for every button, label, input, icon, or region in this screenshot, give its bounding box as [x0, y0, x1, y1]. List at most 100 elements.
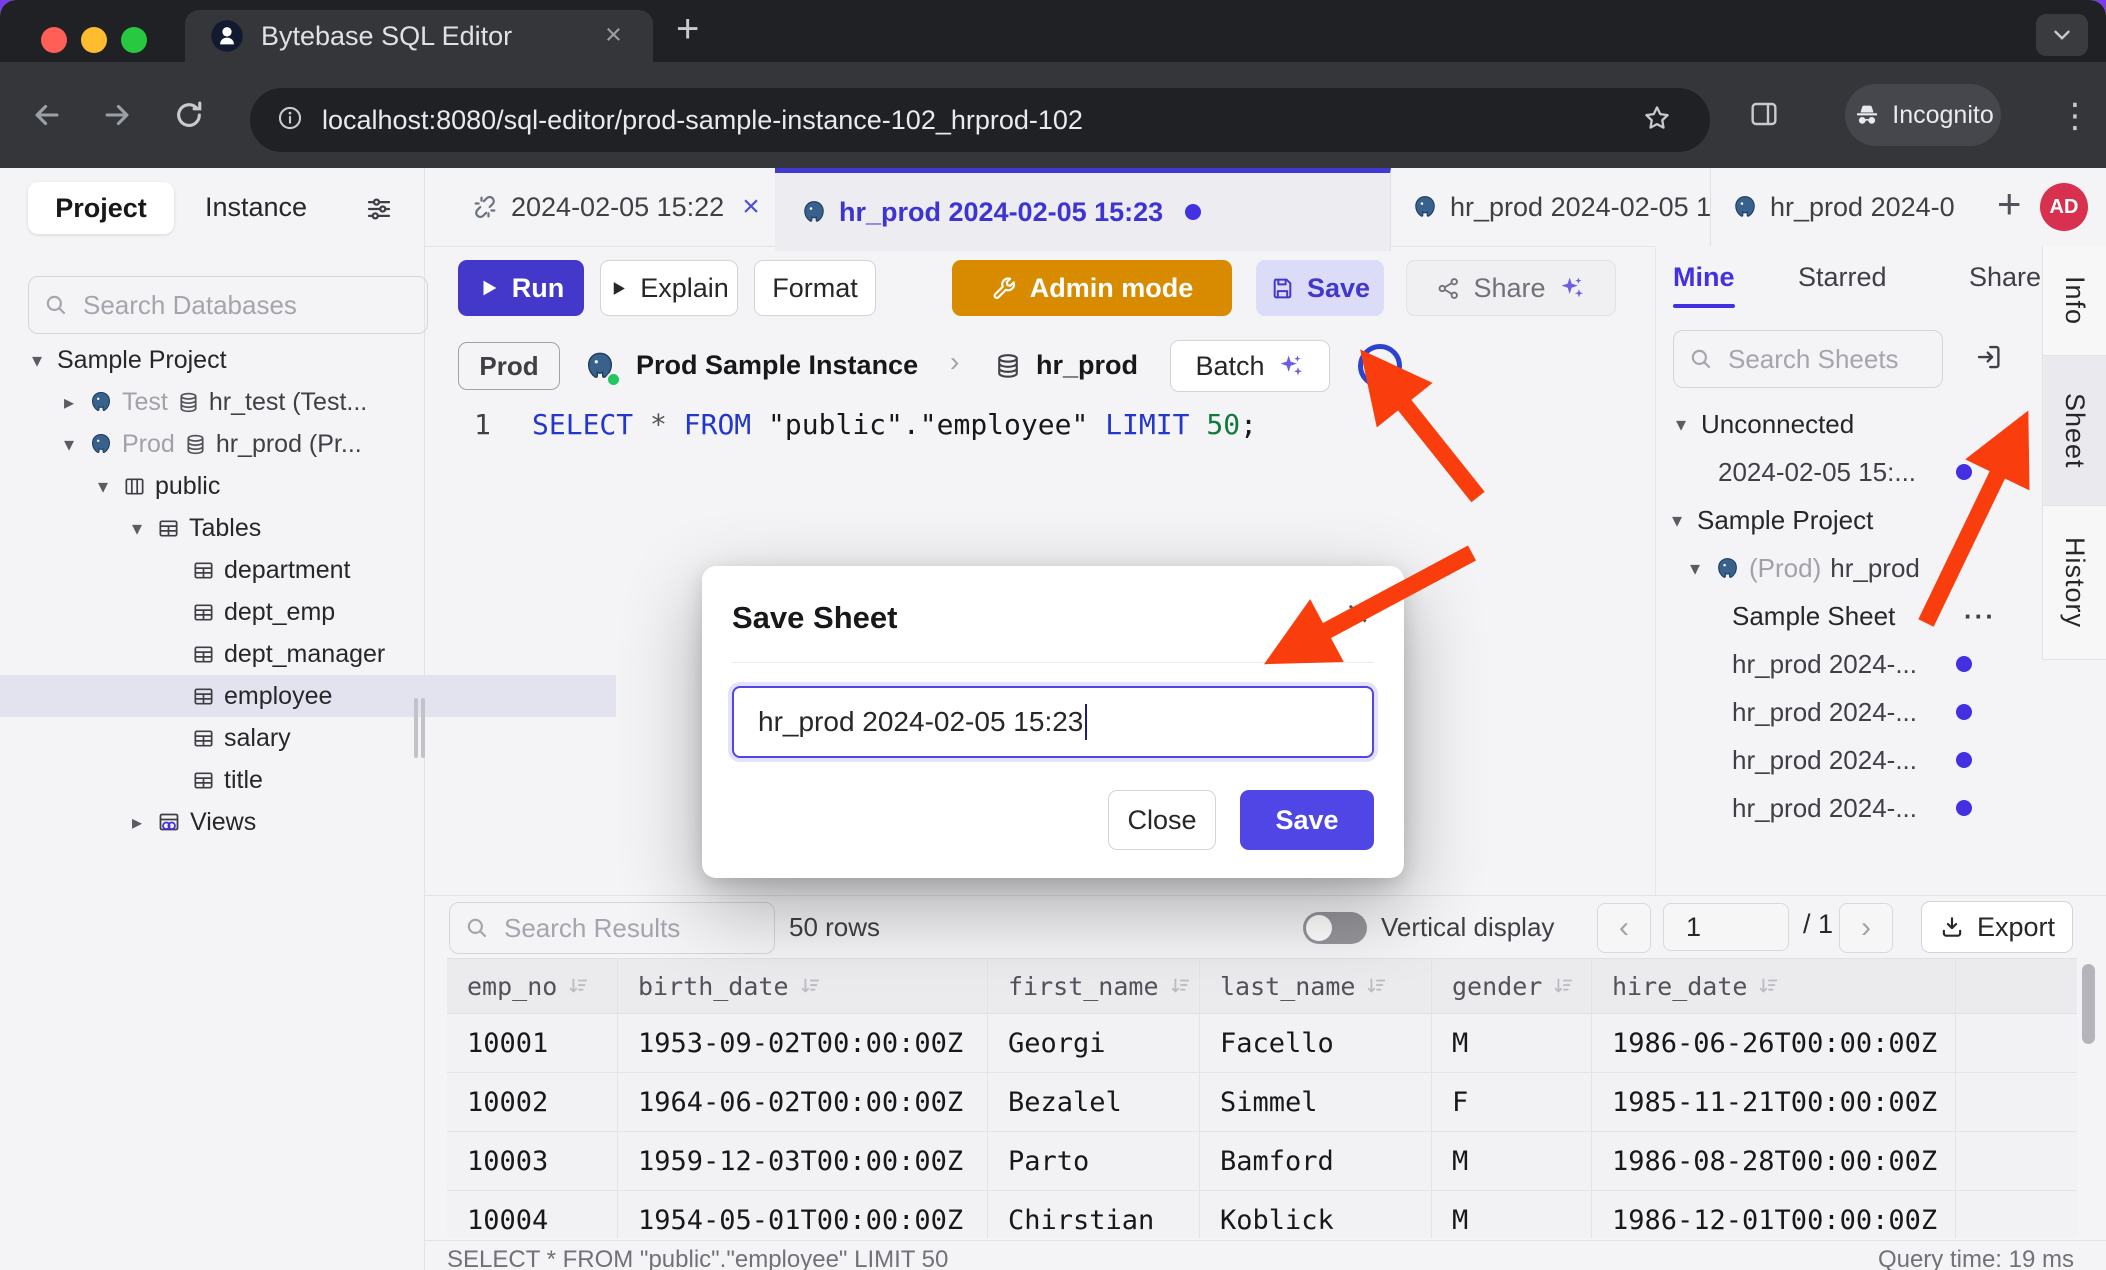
breadcrumb-instance[interactable]: Prod Sample Instance — [636, 350, 918, 381]
new-worksheet-icon[interactable]: + — [1997, 180, 2022, 228]
modal-close-button[interactable]: Close — [1108, 790, 1216, 850]
caret-down-icon[interactable]: ▾ — [1684, 556, 1706, 581]
caret-down-icon[interactable]: ▾ — [58, 432, 80, 457]
results-search-input[interactable] — [502, 912, 760, 945]
sort-icon[interactable] — [1169, 975, 1191, 997]
sheet-item-sample[interactable]: Sample Sheet ··· — [1656, 592, 2106, 640]
sort-icon[interactable] — [567, 975, 589, 997]
explain-button[interactable]: Explain — [600, 260, 738, 316]
side-panel-icon[interactable] — [1748, 98, 1780, 135]
sql-code-line[interactable]: SELECT * FROM "public"."employee" LIMIT … — [532, 408, 1257, 441]
splitter-handle[interactable] — [414, 698, 418, 758]
column-header[interactable]: gender — [1432, 959, 1592, 1013]
breadcrumb-database[interactable]: hr_prod — [1036, 350, 1138, 381]
sheet-item[interactable]: hr_prod 2024-... — [1656, 736, 2106, 784]
results-search[interactable] — [449, 902, 775, 954]
tab-search-button[interactable] — [2036, 14, 2088, 56]
tree-item-prod-db[interactable]: ▾ Prod hr_prod (Pr... — [0, 423, 482, 465]
forward-icon[interactable] — [100, 98, 134, 137]
results-rows[interactable]: 100011953-09-02T00:00:00ZGeorgiFacelloM1… — [447, 1014, 2077, 1238]
share-button[interactable]: Share — [1406, 260, 1616, 316]
worksheet-tab-3[interactable]: hr_prod 2024-02-05 15:43 × — [1390, 168, 1711, 246]
prev-page-button[interactable]: ‹ — [1597, 903, 1651, 953]
caret-down-icon[interactable]: ▾ — [126, 516, 148, 541]
column-header[interactable]: emp_no — [447, 959, 618, 1013]
table-row[interactable]: 100011953-09-02T00:00:00ZGeorgiFacelloM1… — [447, 1014, 2077, 1073]
kebab-menu-icon[interactable]: ⋮ — [2058, 96, 2092, 136]
star-icon[interactable] — [1642, 103, 1672, 138]
column-header[interactable]: last_name — [1200, 959, 1432, 1013]
caret-down-icon[interactable]: ▾ — [26, 348, 48, 373]
tree-item-schema-public[interactable]: ▾ public — [0, 465, 516, 507]
tree-item-table-dept-manager[interactable]: dept_manager — [0, 633, 616, 675]
tree-item-project[interactable]: ▾ Sample Project — [0, 339, 450, 381]
sheet-group-unconnected[interactable]: ▾ Unconnected — [1656, 400, 2057, 448]
save-button[interactable]: Save — [1256, 260, 1384, 316]
worksheet-tab-4[interactable]: hr_prod 2024-0 — [1710, 168, 1978, 246]
user-avatar[interactable]: AD — [2040, 183, 2088, 231]
worksheet-tab-1[interactable]: 2024-02-05 15:22 × — [447, 168, 776, 246]
column-header[interactable]: first_name — [988, 959, 1200, 1013]
sort-icon[interactable] — [1365, 975, 1387, 997]
caret-down-icon[interactable]: ▾ — [1666, 508, 1688, 533]
batch-button[interactable]: Batch — [1170, 340, 1330, 392]
back-icon[interactable] — [30, 98, 64, 137]
tree-item-table-employee[interactable]: employee — [0, 675, 616, 717]
tree-item-test-db[interactable]: ▸ Test hr_test (Test... — [0, 381, 482, 423]
splitter-handle[interactable] — [421, 698, 425, 758]
traffic-close-button[interactable] — [41, 27, 67, 53]
more-icon[interactable]: ··· — [1964, 601, 1996, 632]
database-search-input[interactable] — [81, 289, 413, 322]
reload-icon[interactable] — [172, 98, 206, 137]
next-page-button[interactable]: › — [1839, 903, 1893, 953]
caret-right-icon[interactable]: ▸ — [58, 390, 80, 415]
caret-down-icon[interactable]: ▾ — [92, 474, 114, 499]
tree-item-views-group[interactable]: ▸ Views — [0, 801, 550, 843]
close-icon[interactable]: × — [1346, 592, 1369, 637]
sheet-group-database[interactable]: ▾ (Prod) hr_prod — [1656, 544, 2071, 592]
sort-icon[interactable] — [1757, 975, 1779, 997]
sheet-tab-starred[interactable]: Starred — [1798, 262, 1887, 293]
sheet-item[interactable]: hr_prod 2024-... — [1656, 640, 2106, 688]
database-search[interactable] — [28, 276, 428, 334]
column-header[interactable]: birth_date — [618, 959, 988, 1013]
sheet-item[interactable]: 2024-02-05 15:... — [1656, 448, 2105, 496]
tree-item-tables-group[interactable]: ▾ Tables — [0, 507, 550, 549]
info-icon[interactable] — [276, 104, 304, 137]
sidebar-tab-instance[interactable]: Instance — [205, 192, 307, 223]
side-tab-history[interactable]: History — [2042, 506, 2106, 660]
table-scrollbar[interactable] — [2082, 964, 2095, 1044]
modal-save-button[interactable]: Save — [1240, 790, 1374, 850]
sheet-item[interactable]: hr_prod 2024-... — [1656, 688, 2106, 736]
sheet-item[interactable]: hr_prod 2024-... — [1656, 784, 2106, 832]
browser-tab[interactable]: Bytebase SQL Editor × — [185, 10, 653, 62]
side-tab-sheet[interactable]: Sheet — [2042, 356, 2106, 506]
sort-icon[interactable] — [1552, 975, 1574, 997]
sheet-tab-share[interactable]: Share — [1969, 262, 2041, 293]
filter-icon[interactable] — [364, 194, 394, 229]
side-tab-info[interactable]: Info — [2042, 246, 2106, 356]
address-bar[interactable]: localhost:8080/sql-editor/prod-sample-in… — [250, 88, 1710, 152]
tree-item-table-salary[interactable]: salary — [0, 717, 616, 759]
vertical-display-toggle[interactable] — [1303, 912, 1367, 944]
sheet-tab-mine[interactable]: Mine — [1673, 262, 1735, 293]
export-button[interactable]: Export — [1921, 901, 2073, 953]
new-tab-icon[interactable]: + — [676, 7, 699, 52]
table-row[interactable]: 100021964-06-02T00:00:00ZBezalelSimmelF1… — [447, 1073, 2077, 1132]
sheet-search-input[interactable] — [1726, 343, 1928, 376]
admin-mode-button[interactable]: Admin mode — [952, 260, 1232, 316]
tab-close-icon[interactable]: × — [742, 190, 760, 224]
open-sheet-icon[interactable] — [1974, 342, 2004, 377]
page-input[interactable]: 1 — [1663, 903, 1789, 951]
sheet-search[interactable] — [1673, 330, 1943, 388]
table-row[interactable]: 100031959-12-03T00:00:00ZPartoBamfordM19… — [447, 1132, 2077, 1191]
sort-icon[interactable] — [799, 975, 821, 997]
caret-right-icon[interactable]: ▸ — [126, 810, 148, 835]
table-row[interactable]: 100041954-05-01T00:00:00ZChirstianKoblic… — [447, 1191, 2077, 1238]
format-button[interactable]: Format — [754, 260, 876, 316]
tab-close-icon[interactable]: × — [605, 19, 622, 52]
sheet-group-project[interactable]: ▾ Sample Project — [1656, 496, 2053, 544]
tree-item-table-title[interactable]: title — [0, 759, 616, 801]
sheet-name-input[interactable]: hr_prod 2024-02-05 15:23 — [732, 686, 1374, 758]
column-header[interactable]: hire_date — [1592, 959, 1956, 1013]
